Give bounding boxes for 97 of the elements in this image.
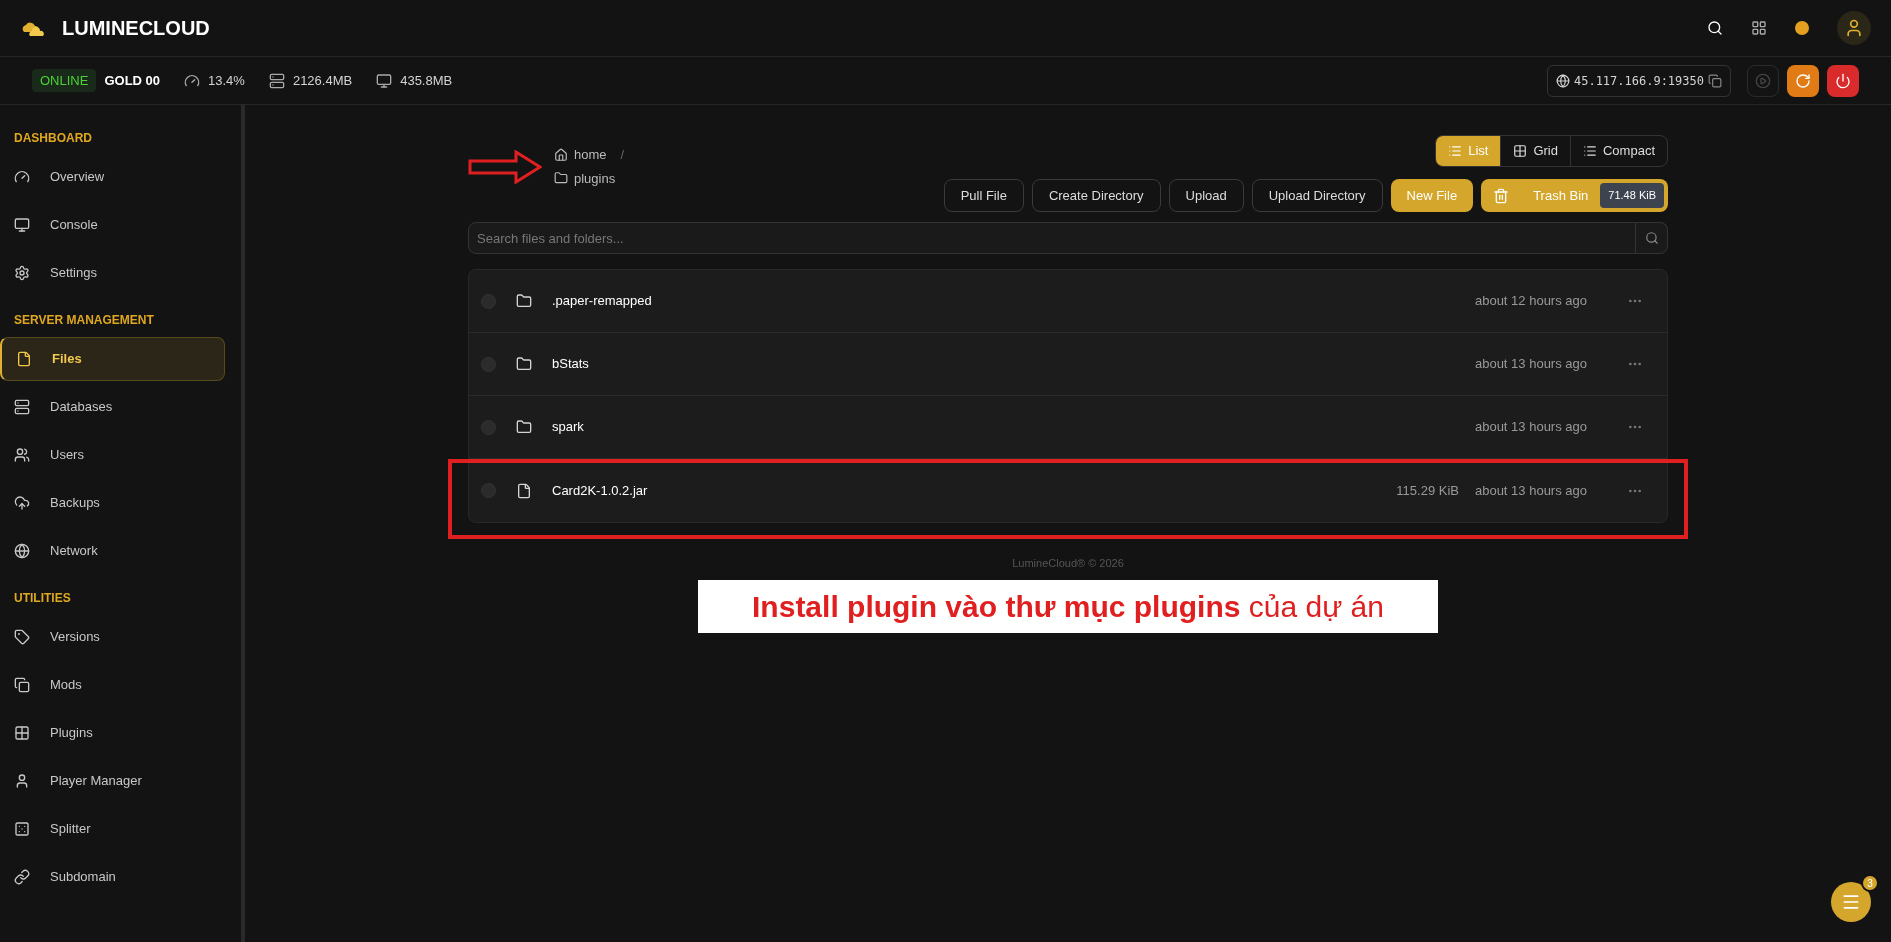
brand-name: LUMINECLOUD xyxy=(62,16,210,41)
search-button[interactable] xyxy=(1707,20,1723,36)
sidebar-item[interactable]: Subdomain xyxy=(0,855,225,899)
restart-icon xyxy=(1795,72,1811,89)
sidebar-item[interactable]: Plugins xyxy=(0,711,225,755)
sidebar-heading: SERVER MANAGEMENT xyxy=(13,312,155,329)
sidebar-item[interactable]: Overview xyxy=(0,155,225,199)
sidebar-item[interactable]: Network xyxy=(0,529,225,573)
view-tab[interactable]: Compact xyxy=(1569,136,1667,166)
view-tab[interactable]: Grid xyxy=(1500,136,1570,166)
sidebar-item[interactable]: Settings xyxy=(0,251,225,295)
search-field[interactable]: Search files and folders... xyxy=(468,222,1636,254)
server-name: GOLD 00 xyxy=(104,71,161,90)
list-icon xyxy=(1448,144,1463,158)
sidebar-item[interactable]: Versions xyxy=(0,615,225,659)
disk-usage: 435.8MB xyxy=(400,71,453,90)
file-name: Card2K-1.0.2.jar xyxy=(552,481,648,500)
file-row[interactable]: spark about 13 hours ago xyxy=(469,396,1667,459)
sidebar-item[interactable]: Databases xyxy=(0,385,225,429)
trash-size: 71.48 KiB xyxy=(1600,183,1664,208)
file-name: bStats xyxy=(552,355,589,374)
power-button[interactable] xyxy=(1827,64,1859,97)
breadcrumb-link[interactable]: home xyxy=(574,145,607,165)
folder-icon xyxy=(516,293,532,309)
action-button[interactable]: Pull File xyxy=(943,179,1024,212)
user-button[interactable] xyxy=(1837,11,1871,45)
folder-icon xyxy=(554,171,568,186)
start-button[interactable] xyxy=(1747,64,1779,97)
trash-bin-button[interactable]: Trash Bin 71.48 KiB xyxy=(1481,179,1668,212)
server-icon xyxy=(14,399,30,415)
file-modified: about 13 hours ago xyxy=(1474,418,1587,437)
cpu-usage: 13.4% xyxy=(208,71,245,90)
monitor-icon xyxy=(14,217,30,233)
power-icon xyxy=(1835,72,1851,89)
action-button[interactable]: Upload xyxy=(1168,179,1244,212)
status-badge: ONLINE xyxy=(32,68,97,93)
server-address: 45.117.166.9:19350 xyxy=(1573,72,1704,90)
file-row[interactable]: Card2K-1.0.2.jar 115.29 KiB about 13 hours ago xyxy=(469,459,1667,522)
gauge-icon xyxy=(184,72,201,89)
grid-button[interactable] xyxy=(1751,20,1767,36)
memory-usage: 2126.4MB xyxy=(292,71,353,90)
folder-icon xyxy=(516,356,532,372)
breadcrumb-separator: / xyxy=(620,146,625,164)
sidebar-item[interactable]: Users xyxy=(0,433,225,477)
globe-icon xyxy=(14,543,30,559)
file-modified: about 12 hours ago xyxy=(1474,292,1587,311)
copy-icon[interactable] xyxy=(1708,73,1722,88)
file-icon xyxy=(16,351,32,367)
list-icon xyxy=(1582,144,1597,158)
server-icon xyxy=(268,72,285,89)
file-modified: about 13 hours ago xyxy=(1474,481,1587,500)
sidebar-item[interactable]: Files xyxy=(0,337,225,381)
link-icon xyxy=(14,869,30,885)
grid-icon xyxy=(1751,20,1767,36)
theme-button[interactable] xyxy=(1795,21,1809,35)
folder-icon xyxy=(516,419,532,435)
users-icon xyxy=(14,447,30,463)
file-modified: about 13 hours ago xyxy=(1474,355,1587,374)
squares-icon xyxy=(14,677,30,693)
tag-icon xyxy=(14,629,30,645)
grid-icon xyxy=(1513,144,1528,158)
breadcrumb-current: plugins xyxy=(574,169,616,188)
globe-icon xyxy=(1555,73,1570,88)
sidebar-heading: DASHBOARD xyxy=(13,130,93,147)
file-icon xyxy=(516,482,532,499)
trash-icon xyxy=(1493,187,1510,204)
file-row[interactable]: .paper-remapped about 12 hours ago xyxy=(469,270,1667,333)
sidebar-heading: UTILITIES xyxy=(13,590,72,607)
file-name: .paper-remapped xyxy=(552,292,652,311)
grid-icon xyxy=(14,725,30,741)
footer-text: LumineCloud® © 2026 xyxy=(1011,556,1125,571)
settings-icon xyxy=(14,265,30,281)
notification-badge: 3 xyxy=(1861,874,1879,892)
user-icon xyxy=(14,773,30,789)
file-row[interactable]: bStats about 13 hours ago xyxy=(469,333,1667,396)
cloud-logo-icon xyxy=(20,20,46,36)
file-size: 115.29 KiB xyxy=(1396,481,1459,500)
sidebar-item[interactable]: Backups xyxy=(0,481,225,525)
action-button[interactable]: Upload Directory xyxy=(1251,179,1383,212)
sidebar-item[interactable]: Mods xyxy=(0,663,225,707)
home-icon xyxy=(554,147,568,162)
action-button[interactable]: Create Directory xyxy=(1031,179,1161,212)
search-icon xyxy=(1707,20,1723,36)
search-icon xyxy=(1644,231,1659,245)
gauge-icon xyxy=(14,169,30,185)
user-icon xyxy=(1844,18,1864,38)
file-name: spark xyxy=(552,418,584,437)
monitor-icon xyxy=(376,72,393,89)
sidebar-item[interactable]: Player Manager xyxy=(0,759,225,803)
play-icon xyxy=(1755,72,1771,89)
menu-icon xyxy=(1841,892,1861,912)
dice-icon xyxy=(14,821,30,837)
restart-button[interactable] xyxy=(1787,64,1819,97)
sidebar-item[interactable]: Splitter xyxy=(0,807,225,851)
sidebar-item[interactable]: Console xyxy=(0,203,225,247)
annotation-caption: Install plugin vào thư mục plugins của dự án xyxy=(698,579,1438,633)
cloud-upload-icon xyxy=(14,495,30,511)
